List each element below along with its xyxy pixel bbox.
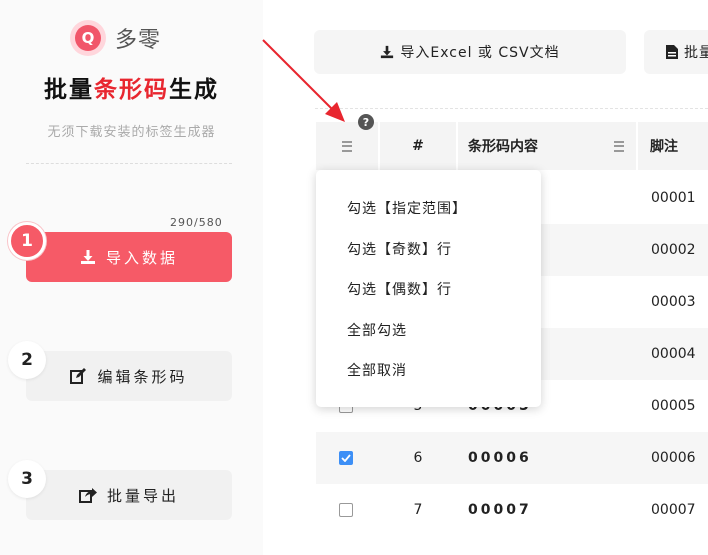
row-checkbox-cell [339,432,353,484]
row-checkbox[interactable] [339,451,353,465]
edit-icon [70,368,87,384]
column-menu-icon[interactable] [614,140,624,152]
content-column-header: 条形码内容 [458,122,636,170]
row-note[interactable]: 00004 [651,328,696,380]
title-part1: 批量 [44,77,94,103]
table-row: 6 00006 00006 [316,432,708,484]
logo-icon: Q [70,20,106,56]
table-row: 7 00007 00007 [316,484,708,536]
import-data-button[interactable]: 导入数据 [26,232,232,282]
row-note[interactable]: 00007 [651,484,696,536]
download-icon [80,249,96,265]
row-note[interactable]: 00002 [651,224,696,276]
check-icon [341,454,351,462]
batch-label: 批量 [684,45,708,61]
help-icon[interactable]: ? [358,114,374,130]
edit-barcode-label: 编辑条形码 [97,367,188,386]
import-file-label: 导入Excel 或 CSV文档 [400,45,560,61]
row-checkbox[interactable] [339,503,353,517]
row-index: 7 [413,502,423,518]
select-dropdown-menu: 勾选【指定范围】 勾选【奇数】行 勾选【偶数】行 全部勾选 全部取消 [316,170,541,407]
title-highlight: 条形码 [94,77,169,103]
file-icon [666,45,678,59]
page-subtitle: 无须下载安装的标签生成器 [47,125,216,140]
menu-item-select-range[interactable]: 勾选【指定范围】 [316,188,541,229]
row-counter: 290/580 [170,216,223,229]
row-note[interactable]: 00003 [651,276,696,328]
sidebar: Q 多零 批量条形码生成 无须下载安装的标签生成器 290/580 导入数据 1… [0,0,263,555]
content-header-label: 条形码内容 [468,139,538,155]
row-note[interactable]: 00005 [651,380,696,432]
brand-logo: Q 多零 [70,20,161,56]
share-icon [78,487,97,503]
row-note[interactable]: 00006 [651,432,696,484]
menu-item-deselect-all[interactable]: 全部取消 [316,350,541,391]
edit-barcode-button[interactable]: 编辑条形码 [26,351,232,401]
brand-name: 多零 [115,28,162,53]
page-title: 批量条形码生成 [0,70,263,104]
annotation-arrow-icon [262,39,345,122]
toolbar-divider [315,108,708,109]
logo-letter: Q [75,25,101,51]
step-number-3: 3 [8,460,46,498]
step-number-2: 2 [8,341,46,379]
batch-export-button[interactable]: 批量导出 [26,470,232,520]
title-part2: 生成 [169,77,219,103]
step-number-1: 1 [8,222,46,260]
row-barcode-content[interactable]: 00007 [468,484,532,536]
batch-export-label: 批量导出 [106,486,179,505]
row-barcode-content[interactable]: 00006 [468,432,532,484]
row-note[interactable]: 00001 [651,172,696,224]
menu-item-select-all[interactable]: 全部勾选 [316,310,541,351]
note-column-header: 脚注 [638,122,708,170]
menu-item-select-even[interactable]: 勾选【偶数】行 [316,269,541,310]
row-index: 6 [413,450,423,466]
menu-item-select-odd[interactable]: 勾选【奇数】行 [316,229,541,270]
import-file-button[interactable]: 导入Excel 或 CSV文档 [314,30,626,74]
sidebar-divider [26,163,232,164]
batch-button[interactable]: 批量 [644,30,708,74]
select-menu-icon[interactable] [342,140,352,152]
row-checkbox-cell [339,484,353,536]
import-data-label: 导入数据 [105,248,178,267]
download-icon [380,45,394,59]
index-column-header: # [380,122,456,170]
